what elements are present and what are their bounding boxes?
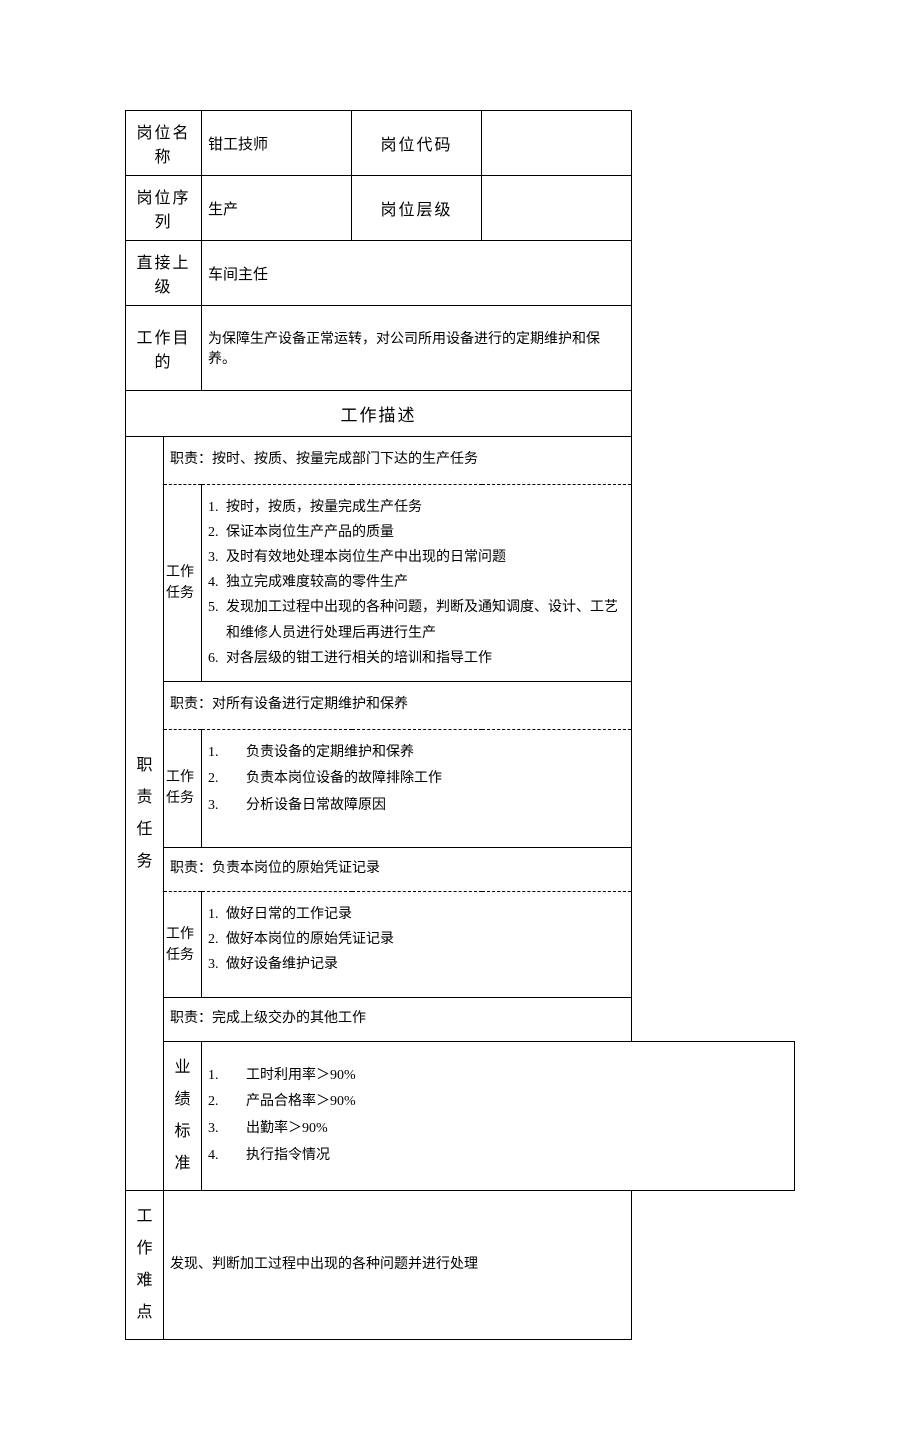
job-description-table: 岗位名称 钳工技师 岗位代码 岗位序列 生产 岗位层级 直接上级 车间主任 工作… <box>125 110 795 1340</box>
position-series-value: 生产 <box>202 176 352 241</box>
row-section-header: 工作描述 <box>126 391 795 437</box>
duty-title-2: 职责：对所有设备进行定期维护和保养 <box>164 681 632 729</box>
duty-tasks-1: 1.按时，按质，按量完成生产任务 2.保证本岗位生产产品的质量 3.及时有效地处… <box>202 484 632 681</box>
task-label-3: 工作任务 <box>164 891 202 998</box>
direct-supervisor-value: 车间主任 <box>202 241 632 306</box>
position-level-value <box>482 176 632 241</box>
row-difficulty: 工作难点 发现、判断加工过程中出现的各种问题并进行处理 <box>126 1191 795 1340</box>
work-purpose-value: 为保障生产设备正常运转，对公司所用设备进行的定期维护和保养。 <box>202 306 632 391</box>
row-performance: 业绩标准 1.工时利用率＞90% 2.产品合格率＞90% 3.出勤率＞90% 4… <box>126 1042 795 1191</box>
duties-label: 职责任务 <box>126 437 164 1191</box>
duty-title-4: 职责：完成上级交办的其他工作 <box>164 998 632 1042</box>
performance-label: 业绩标准 <box>164 1042 202 1191</box>
position-series-label: 岗位序列 <box>126 176 202 241</box>
difficulty-label: 工作难点 <box>126 1191 164 1340</box>
position-level-label: 岗位层级 <box>352 176 482 241</box>
duty-title-1: 职责：按时、按质、按量完成部门下达的生产任务 <box>164 437 632 485</box>
row-direct-supervisor: 直接上级 车间主任 <box>126 241 795 306</box>
duty-tasks-3: 1.做好日常的工作记录 2.做好本岗位的原始凭证记录 3.做好设备维护记录 <box>202 891 632 998</box>
task-label-2: 工作任务 <box>164 729 202 848</box>
position-code-value <box>482 111 632 176</box>
direct-supervisor-label: 直接上级 <box>126 241 202 306</box>
position-code-label: 岗位代码 <box>352 111 482 176</box>
duty-title-3: 职责：负责本岗位的原始凭证记录 <box>164 848 632 892</box>
position-name-value: 钳工技师 <box>202 111 352 176</box>
work-purpose-label: 工作目的 <box>126 306 202 391</box>
position-name-label: 岗位名称 <box>126 111 202 176</box>
row-position-name: 岗位名称 钳工技师 岗位代码 <box>126 111 795 176</box>
performance-content: 1.工时利用率＞90% 2.产品合格率＞90% 3.出勤率＞90% 4.执行指令… <box>202 1042 795 1191</box>
task-label-1: 工作任务 <box>164 484 202 681</box>
duty-tasks-2: 1.负责设备的定期维护和保养 2.负责本岗位设备的故障排除工作 3.分析设备日常… <box>202 729 632 848</box>
row-work-purpose: 工作目的 为保障生产设备正常运转，对公司所用设备进行的定期维护和保养。 <box>126 306 795 391</box>
section-title: 工作描述 <box>126 391 632 437</box>
difficulty-content: 发现、判断加工过程中出现的各种问题并进行处理 <box>164 1191 632 1340</box>
row-position-series: 岗位序列 生产 岗位层级 <box>126 176 795 241</box>
